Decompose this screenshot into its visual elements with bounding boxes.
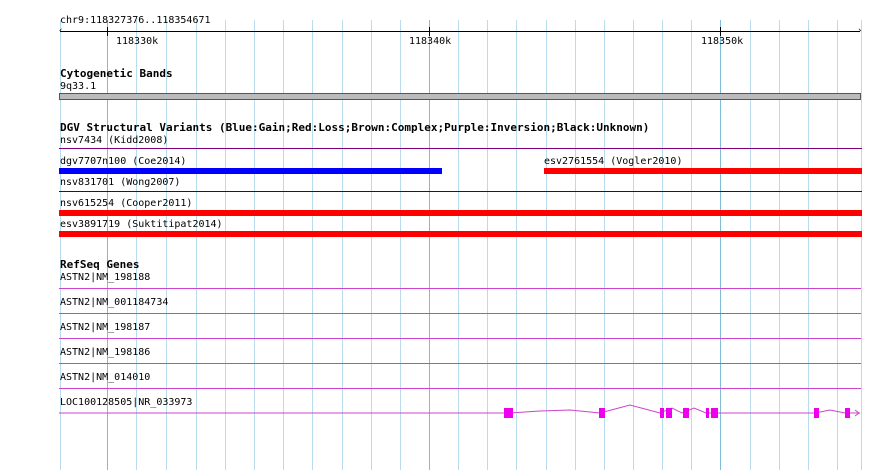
gene-label[interactable]: ASTN2|NM_001184734	[60, 297, 168, 308]
cytoband-label: 9q33.1	[60, 81, 97, 92]
gene-label[interactable]: ASTN2|NM_198186	[60, 347, 150, 358]
variant-bar-gain[interactable]	[59, 168, 442, 174]
ruler-range-label: chr9:118327376..118354671	[60, 15, 211, 26]
gene-model-loc100128505[interactable]	[0, 400, 890, 430]
refseq-track-title: RefSeq Genes	[60, 258, 140, 271]
variant-label[interactable]: esv3891719 (Suktitipat2014)	[60, 219, 223, 230]
ruler-tick-label: 118350k	[701, 36, 744, 47]
variant-bar-loss[interactable]	[59, 231, 862, 237]
dgv-track-title: DGV Structural Variants (Blue:Gain;Red:L…	[60, 121, 650, 134]
ruler-major-tick	[429, 27, 430, 36]
ruler-major-tick	[720, 27, 721, 36]
variant-label[interactable]: esv2761554 (Vogler2010)	[544, 156, 682, 167]
variant-label[interactable]: nsv7434 (Kidd2008)	[60, 135, 168, 146]
ruler-tick-label: 118340k	[409, 36, 452, 47]
ruler-arrow-right-icon: ›	[857, 26, 863, 36]
cytoband-track-title: Cytogenetic Bands	[60, 67, 173, 80]
ruler-major-tick	[107, 27, 108, 36]
gene-intron-line[interactable]	[59, 313, 861, 314]
ruler-arrow-left-icon: ‹	[58, 26, 64, 36]
variant-label[interactable]: nsv831701 (Wong2007)	[60, 177, 180, 188]
variant-bar-inversion[interactable]	[59, 148, 862, 149]
variant-bar-loss[interactable]	[59, 210, 862, 216]
gene-intron-line[interactable]	[59, 338, 861, 339]
variant-label[interactable]: dgv7707n100 (Coe2014)	[60, 156, 186, 167]
ruler-axis	[60, 31, 860, 32]
ruler-tick-label: 118330k	[116, 36, 159, 47]
gene-intron-line[interactable]	[59, 288, 861, 289]
gene-intron-line[interactable]	[59, 363, 861, 364]
cytoband-bar[interactable]	[59, 93, 861, 100]
gene-label[interactable]: ASTN2|NM_198188	[60, 272, 150, 283]
variant-bar-gain-thin[interactable]	[59, 191, 862, 192]
gene-label[interactable]: ASTN2|NM_198187	[60, 322, 150, 333]
gene-intron-line[interactable]	[59, 388, 861, 389]
variant-label[interactable]: nsv615254 (Cooper2011)	[60, 198, 192, 209]
gene-label[interactable]: ASTN2|NM_014010	[60, 372, 150, 383]
variant-bar-loss[interactable]	[544, 168, 862, 174]
